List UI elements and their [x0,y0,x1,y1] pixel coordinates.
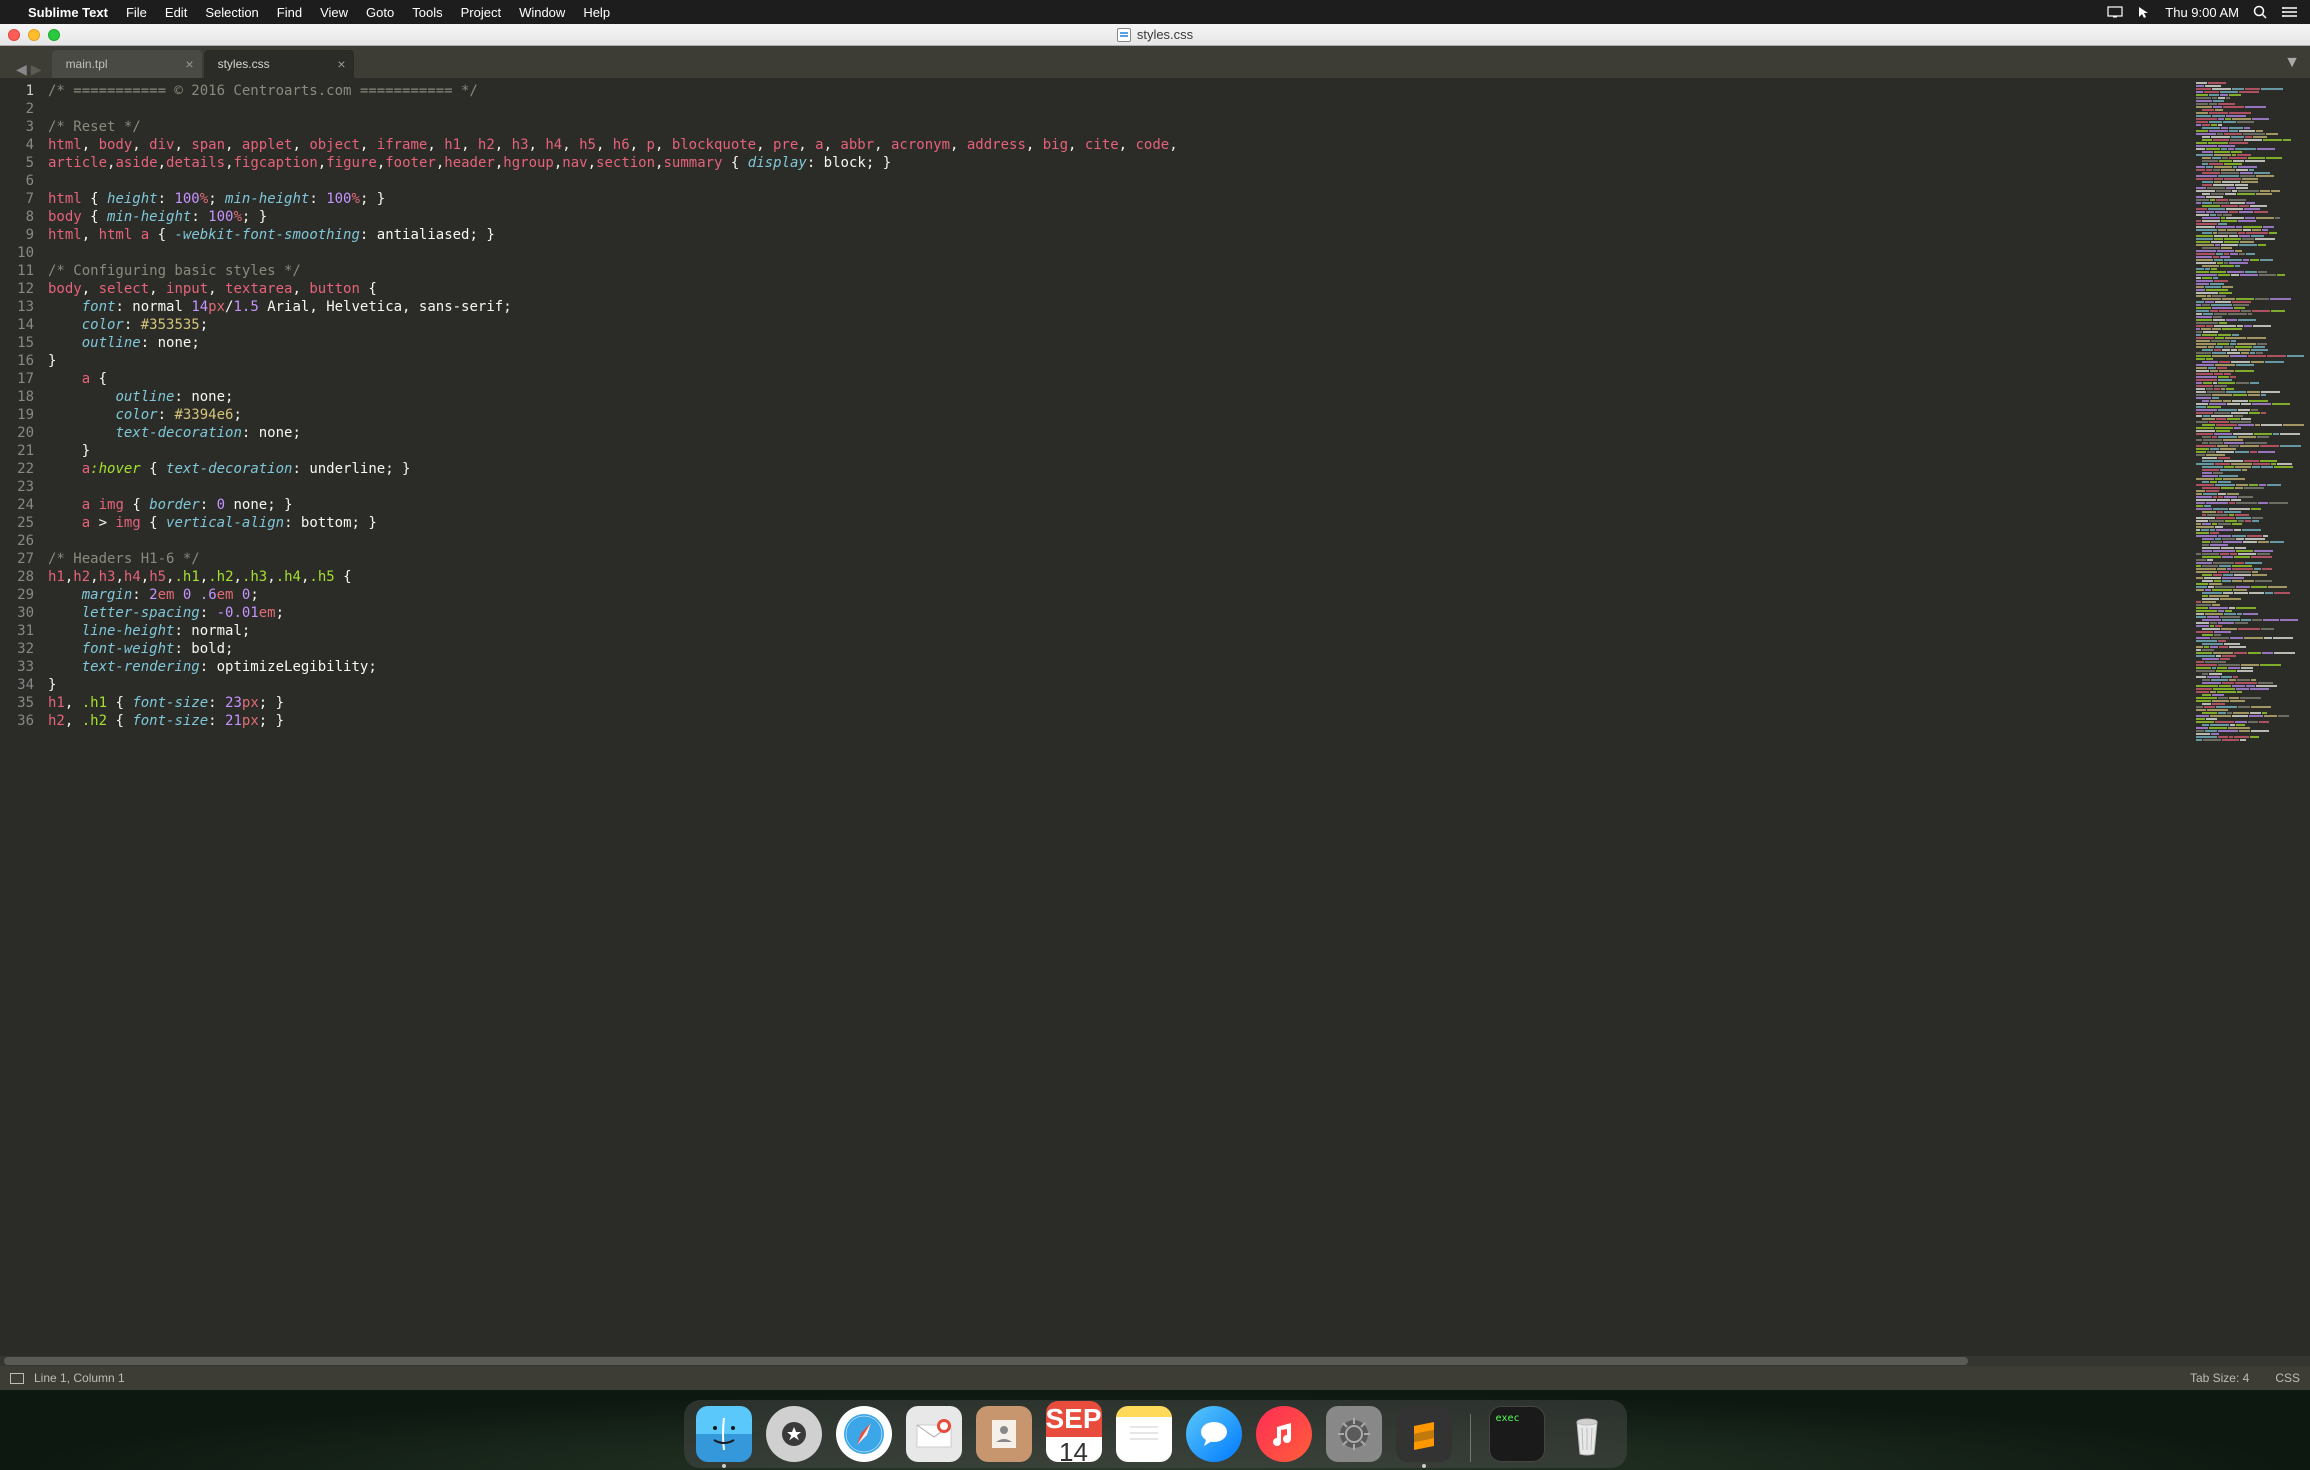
dock-system-preferences[interactable] [1326,1406,1382,1462]
dock-notes[interactable] [1116,1406,1172,1462]
tab-label: styles.css [218,57,270,71]
menu-selection[interactable]: Selection [205,5,258,20]
menu-file[interactable]: File [126,5,147,20]
window-titlebar: styles.css [0,24,2310,46]
horizontal-scrollbar[interactable] [0,1356,2310,1366]
window-maximize-button[interactable] [48,29,60,41]
dock-indicator [1422,1464,1426,1468]
menu-tools[interactable]: Tools [412,5,442,20]
status-syntax[interactable]: CSS [2275,1371,2300,1385]
menu-help[interactable]: Help [583,5,610,20]
menu-window[interactable]: Window [519,5,565,20]
app-name[interactable]: Sublime Text [28,5,108,20]
panel-switcher-icon[interactable] [10,1373,24,1384]
calendar-day: 14 [1059,1437,1088,1468]
editor-area[interactable]: 1234567891011121314151617181920212223242… [0,78,2310,1356]
desktop: SEP 14 exec [0,1390,2310,1470]
menu-extras-icon[interactable] [2282,6,2298,18]
line-number-gutter: 1234567891011121314151617181920212223242… [0,78,44,1356]
file-icon [1117,28,1131,42]
dock-trash[interactable] [1559,1406,1615,1462]
dock-calendar[interactable]: SEP 14 [1046,1406,1102,1462]
cursor-icon[interactable] [2137,5,2151,19]
dock-launchpad[interactable] [766,1406,822,1462]
status-cursor-position[interactable]: Line 1, Column 1 [34,1371,125,1385]
menu-project[interactable]: Project [461,5,501,20]
status-bar: Line 1, Column 1 Tab Size: 4 CSS [0,1366,2310,1390]
dock-messages[interactable] [1186,1406,1242,1462]
menu-edit[interactable]: Edit [165,5,187,20]
dock-itunes[interactable] [1256,1406,1312,1462]
code-content[interactable]: /* =========== © 2016 Centroarts.com ===… [44,78,2190,1356]
calendar-month: SEP [1046,1401,1102,1437]
minimap[interactable] [2190,78,2310,1356]
window-title: styles.css [1137,27,1193,42]
tab-close-icon[interactable]: × [337,56,345,72]
tab-styles-css[interactable]: styles.css × [204,50,354,78]
scrollbar-thumb[interactable] [4,1357,1968,1365]
dock-finder[interactable] [696,1406,752,1462]
window-close-button[interactable] [8,29,20,41]
display-icon[interactable] [2107,6,2123,18]
dock-safari[interactable] [836,1406,892,1462]
status-tab-size[interactable]: Tab Size: 4 [2190,1371,2249,1385]
menu-goto[interactable]: Goto [366,5,394,20]
spotlight-icon[interactable] [2253,5,2268,20]
menu-find[interactable]: Find [277,5,302,20]
dock-terminal[interactable]: exec [1489,1406,1545,1462]
terminal-label: exec [1496,1413,1520,1424]
dock-mail[interactable] [906,1406,962,1462]
tab-label: main.tpl [66,57,108,71]
dock-indicator [722,1464,726,1468]
menu-view[interactable]: View [320,5,348,20]
menubar-clock[interactable]: Thu 9:00 AM [2165,5,2239,20]
tab-close-icon[interactable]: × [185,56,193,72]
macos-menubar: Sublime Text File Edit Selection Find Vi… [0,0,2310,24]
tab-bar: ◀ ▶ main.tpl × styles.css × ▼ [0,46,2310,78]
nav-forward-icon[interactable]: ▶ [31,61,42,78]
dock-contacts[interactable] [976,1406,1032,1462]
window-minimize-button[interactable] [28,29,40,41]
dock-divider [1470,1414,1471,1462]
dock: SEP 14 exec [684,1400,1627,1468]
dock-sublime-text[interactable] [1396,1406,1452,1462]
tab-overflow-icon[interactable]: ▼ [2284,54,2300,72]
tab-main-tpl[interactable]: main.tpl × [52,50,202,78]
nav-back-icon[interactable]: ◀ [16,61,27,78]
